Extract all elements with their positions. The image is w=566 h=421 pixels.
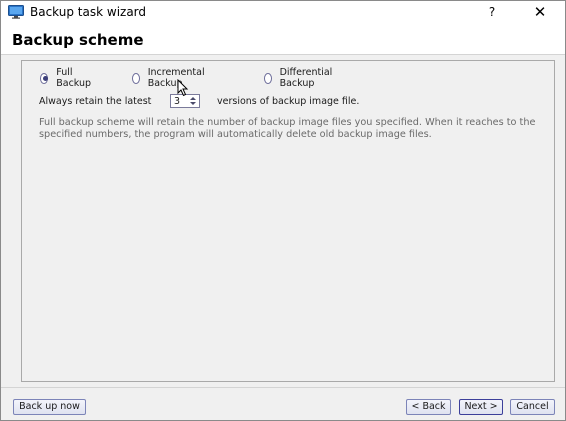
title-bar: Backup task wizard ? ✕ bbox=[1, 1, 565, 24]
radio-selected-icon bbox=[40, 72, 49, 84]
differential-backup-radio[interactable]: Differential Backup bbox=[264, 67, 336, 89]
wizard-window: Backup task wizard ? ✕ Backup scheme Ful… bbox=[0, 0, 566, 421]
backup-scheme-panel: Full Backup Incremental Backup Different… bbox=[21, 60, 555, 382]
wizard-header: Backup scheme bbox=[1, 24, 565, 55]
page-title: Backup scheme bbox=[12, 31, 144, 49]
differential-backup-label: Differential Backup bbox=[279, 67, 333, 89]
close-button[interactable]: ✕ bbox=[523, 2, 557, 23]
back-button[interactable]: < Back bbox=[406, 399, 451, 415]
radio-unselected-icon bbox=[132, 72, 140, 84]
retain-suffix-label: versions of backup image file. bbox=[217, 96, 360, 107]
spinner-arrows-icon[interactable] bbox=[189, 95, 197, 107]
help-button[interactable]: ? bbox=[479, 2, 505, 23]
mouse-cursor-icon bbox=[177, 79, 189, 97]
full-backup-label: Full Backup bbox=[56, 67, 92, 89]
footer-divider bbox=[1, 387, 565, 388]
next-button[interactable]: Next > bbox=[459, 399, 503, 415]
incremental-backup-radio[interactable]: Incremental Backup bbox=[132, 67, 208, 89]
scheme-description: Full backup scheme will retain the numbe… bbox=[39, 117, 536, 140]
back-up-now-button[interactable]: Back up now bbox=[13, 399, 86, 415]
retain-prefix-label: Always retain the latest bbox=[39, 96, 152, 107]
full-backup-radio[interactable]: Full Backup bbox=[40, 67, 94, 89]
retain-count-value: 3 bbox=[174, 96, 181, 107]
window-title: Backup task wizard bbox=[30, 5, 147, 19]
radio-unselected-icon bbox=[264, 72, 272, 84]
cancel-button[interactable]: Cancel bbox=[510, 399, 555, 415]
monitor-app-icon bbox=[8, 5, 24, 19]
